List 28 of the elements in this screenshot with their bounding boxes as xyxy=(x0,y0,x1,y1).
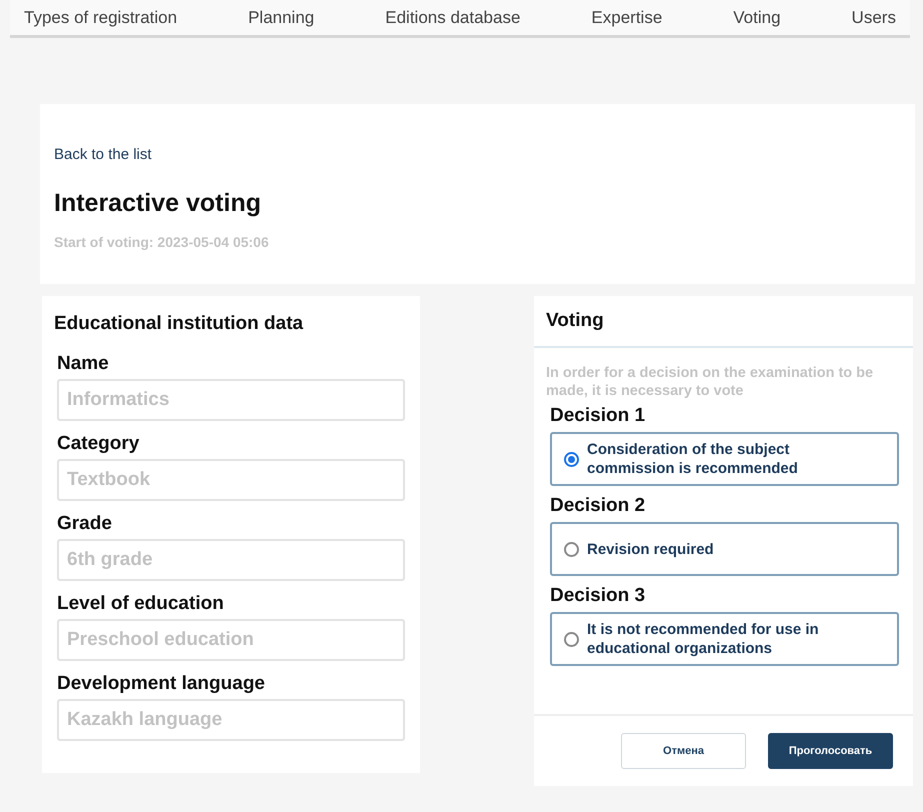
decision-option[interactable]: Consideration of the subject commission is recommended xyxy=(550,432,899,486)
nav-link[interactable]: Users xyxy=(852,4,896,30)
decision-heading: Decision 2 xyxy=(550,494,646,518)
cancel-button[interactable]: Отмена xyxy=(621,733,746,769)
card-title: Voting xyxy=(546,308,604,333)
radio-button[interactable] xyxy=(564,632,579,646)
nav-link[interactable]: Planning xyxy=(248,4,314,30)
decision-option[interactable]: Revision required xyxy=(550,522,899,576)
field-label: Development language xyxy=(57,672,266,696)
decision-heading: Decision 1 xyxy=(550,404,646,428)
radio-button[interactable] xyxy=(564,542,579,556)
vote-button[interactable]: Проголосовать xyxy=(768,733,893,769)
field-label: Grade xyxy=(57,512,113,536)
decision-heading: Decision 3 xyxy=(550,584,646,608)
field-label: Category xyxy=(57,432,140,456)
nav-link[interactable]: Editions database xyxy=(385,4,520,30)
voting-hint: In order for a decision on the examination to be made, it is necessary to vote xyxy=(546,364,874,400)
decision-option[interactable]: It is not recommended for use in educational organizations xyxy=(550,612,899,666)
field-label: Name xyxy=(57,352,110,376)
voting-start-text: Start of voting: 2023-05-04 05:06 xyxy=(54,233,269,252)
radio-button[interactable] xyxy=(564,452,579,466)
card-title: Educational institution data xyxy=(54,312,304,336)
page-title: Interactive voting xyxy=(54,188,261,218)
nav-link[interactable]: Types of registration xyxy=(24,4,178,30)
nav-link[interactable]: Voting xyxy=(733,4,781,30)
back-link[interactable]: Back to the list xyxy=(54,144,152,166)
field-label: Level of education xyxy=(57,592,225,616)
nav-link[interactable]: Expertise xyxy=(591,4,662,30)
